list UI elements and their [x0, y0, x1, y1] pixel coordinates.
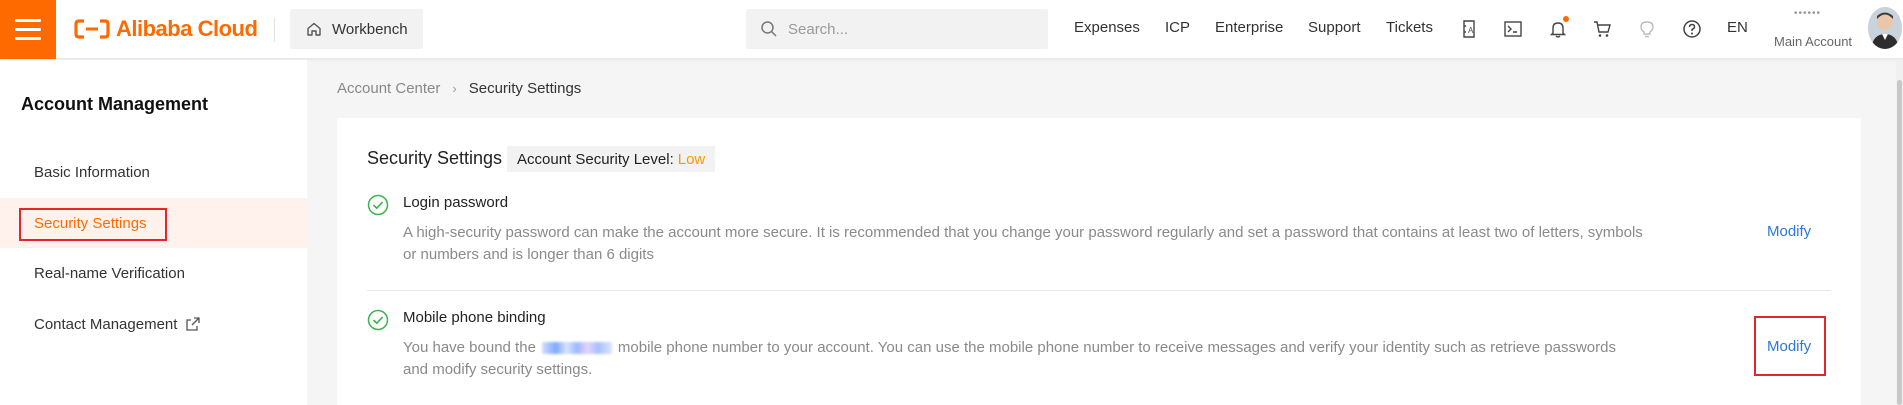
sidebar-item-real-name-verification[interactable]: Real-name Verification — [0, 248, 307, 298]
external-link-icon — [186, 317, 201, 331]
language-switch[interactable]: EN — [1727, 19, 1748, 36]
security-level-badge: Account Security Level: Low — [507, 146, 716, 172]
home-icon — [307, 22, 321, 36]
mobile-phone-binding-item: Mobile phone binding You have bound the m… — [367, 309, 1831, 389]
sidebar-item-contact-management[interactable]: Contact Management — [0, 299, 307, 349]
ticket-icon[interactable]: A — [1458, 18, 1480, 40]
sidebar-item-label: Real-name Verification — [34, 264, 185, 282]
breadcrumb-current: Security Settings — [468, 80, 582, 97]
svg-text:A: A — [1468, 26, 1474, 35]
menu-icon-bar — [15, 37, 41, 40]
sidebar-item-label: Security Settings — [34, 214, 147, 232]
avatar[interactable] — [1868, 7, 1902, 49]
page-title: Security Settings — [367, 148, 503, 168]
cart-icon[interactable] — [1591, 18, 1613, 40]
security-level-value: Low — [677, 150, 706, 168]
top-navigation-bar: Alibaba Cloud Workbench Expenses ICP Ent… — [0, 0, 1903, 59]
help-icon[interactable] — [1681, 18, 1703, 40]
check-circle-icon — [367, 194, 389, 216]
sidebar-title: Account Management — [21, 94, 209, 114]
workbench-label: Workbench — [332, 20, 408, 38]
modify-password-button[interactable]: Modify — [1767, 223, 1811, 240]
divider — [367, 290, 1831, 291]
account-role: Main Account — [1774, 34, 1853, 49]
login-password-item: Login password A high-security password … — [367, 194, 1831, 274]
item-description: You have bound the mobile phone number to… — [403, 337, 1643, 381]
workbench-button[interactable]: Workbench — [290, 9, 423, 49]
item-title: Mobile phone binding — [403, 309, 546, 326]
menu-icon-bar — [15, 28, 41, 31]
nav-tickets[interactable]: Tickets — [1386, 19, 1433, 36]
sidebar-item-label: Contact Management — [34, 315, 178, 333]
lightbulb-icon[interactable] — [1636, 18, 1658, 40]
masked-phone-number — [541, 342, 612, 355]
description-text: You have bound the — [403, 339, 536, 356]
account-menu[interactable]: •••••• Main Account — [1774, 6, 1862, 52]
item-description: A high-security password can make the ac… — [403, 224, 1643, 263]
modify-phone-button[interactable]: Modify — [1767, 338, 1811, 355]
security-settings-card: Security Settings Account Security Level… — [337, 118, 1861, 405]
nav-enterprise[interactable]: Enterprise — [1215, 19, 1283, 36]
terminal-icon[interactable] — [1502, 18, 1524, 40]
breadcrumb-separator: › — [452, 81, 457, 96]
menu-icon-bar — [15, 19, 41, 22]
sidebar-item-label: Basic Information — [34, 163, 150, 181]
search-input[interactable] — [788, 20, 1028, 38]
account-name: •••••• — [1794, 8, 1822, 19]
menu-button[interactable] — [0, 0, 56, 59]
item-title: Login password — [403, 194, 509, 211]
security-level-label: Account Security Level: — [517, 150, 674, 168]
search-box[interactable] — [746, 9, 1048, 49]
bell-icon[interactable] — [1547, 16, 1569, 40]
alibaba-cloud-logo-icon — [74, 19, 110, 39]
nav-support[interactable]: Support — [1308, 19, 1361, 36]
breadcrumb: Account Center › Security Settings — [337, 80, 581, 97]
search-icon — [761, 21, 777, 37]
logo-text: Alibaba Cloud — [116, 16, 258, 41]
nav-expenses[interactable]: Expenses — [1074, 19, 1140, 36]
nav-icp[interactable]: ICP — [1165, 19, 1190, 36]
sidebar-item-basic-information[interactable]: Basic Information — [0, 147, 307, 197]
breadcrumb-parent[interactable]: Account Center — [337, 80, 440, 97]
sidebar-item-security-settings[interactable]: Security Settings — [0, 198, 307, 248]
scrollbar-thumb[interactable] — [1897, 80, 1902, 405]
check-circle-icon — [367, 309, 389, 331]
notification-dot — [1563, 16, 1569, 22]
header-divider — [274, 18, 275, 42]
alibaba-cloud-logo[interactable]: Alibaba Cloud — [74, 16, 258, 42]
